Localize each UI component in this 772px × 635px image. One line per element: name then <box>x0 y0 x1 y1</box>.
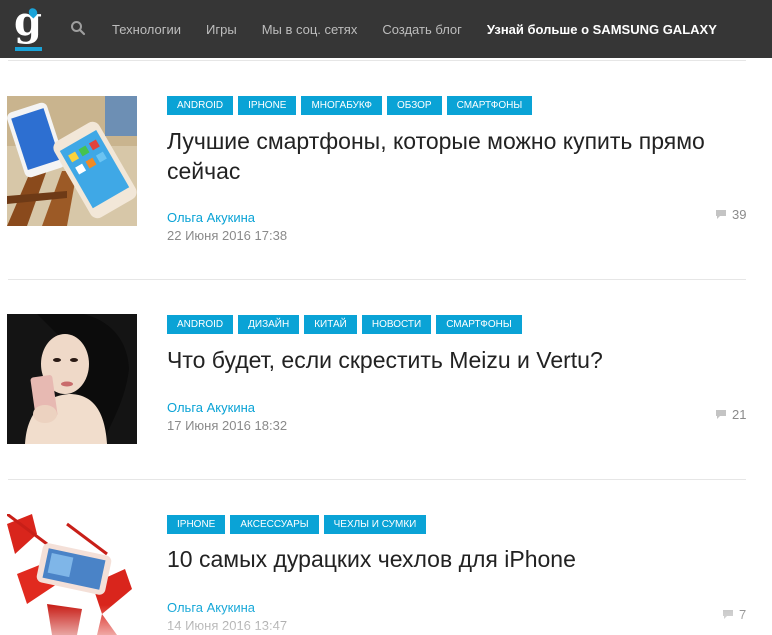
nav-item-technologies[interactable]: Технологии <box>112 22 181 37</box>
divider <box>8 479 746 480</box>
article-date: 14 Июня 2016 13:47 <box>167 618 288 633</box>
tag[interactable]: IPHONE <box>167 515 226 534</box>
article-thumbnail[interactable] <box>7 314 137 444</box>
article-date: 17 Июня 2016 18:32 <box>167 418 288 433</box>
article-title[interactable]: Что будет, если скрестить Meizu и Vertu? <box>167 345 757 375</box>
tag[interactable]: ДИЗАЙН <box>238 315 300 334</box>
article-title[interactable]: 10 самых дурацких чехлов для iPhone <box>167 544 757 574</box>
comment-bubble-icon <box>716 410 726 419</box>
comment-count[interactable]: 39 <box>715 207 746 222</box>
comment-bubble-icon <box>716 210 726 219</box>
tag[interactable]: ОБЗОР <box>387 96 442 115</box>
logo-underline <box>15 47 42 51</box>
article-author[interactable]: Ольга Акукина <box>167 400 255 415</box>
nav-item-create-blog[interactable]: Создать блог <box>382 22 462 37</box>
main-nav: Технологии Игры Мы в соц. сетях Создать … <box>112 0 717 58</box>
tag-list: IPHONE АКСЕССУАРЫ ЧЕХЛЫ И СУМКИ <box>167 515 431 534</box>
top-navigation-bar: g Технологии Игры Мы в соц. сетях Создат… <box>0 0 772 58</box>
tag-list: ANDROID ДИЗАЙН КИТАЙ НОВОСТИ СМАРТФОНЫ <box>167 315 527 334</box>
nav-item-social[interactable]: Мы в соц. сетях <box>262 22 358 37</box>
tag[interactable]: IPHONE <box>238 96 297 115</box>
tag[interactable]: ANDROID <box>167 96 234 115</box>
tag[interactable]: ЧЕХЛЫ И СУМКИ <box>323 515 427 534</box>
tag[interactable]: МНОГАБУКФ <box>301 96 382 115</box>
tag[interactable]: СМАРТФОНЫ <box>436 315 522 334</box>
logo-letter: g <box>14 0 42 45</box>
tag[interactable]: СМАРТФОНЫ <box>446 96 533 115</box>
comment-count-value: 7 <box>739 607 747 622</box>
article-author[interactable]: Ольга Акукина <box>167 600 255 615</box>
search-icon[interactable] <box>70 20 86 36</box>
tag[interactable]: ANDROID <box>167 315 234 334</box>
comment-bubble-icon <box>723 610 733 619</box>
divider <box>8 60 746 61</box>
divider <box>8 279 746 280</box>
article-thumbnail[interactable] <box>7 514 137 635</box>
tag[interactable]: КИТАЙ <box>304 315 357 334</box>
article-thumbnail[interactable] <box>7 96 137 226</box>
comment-count[interactable]: 7 <box>722 607 746 622</box>
tag[interactable]: НОВОСТИ <box>361 315 432 334</box>
site-logo[interactable]: g <box>12 0 44 52</box>
tag[interactable]: АКСЕССУАРЫ <box>230 515 319 534</box>
article-date: 22 Июня 2016 17:38 <box>167 228 288 243</box>
comment-count[interactable]: 21 <box>715 407 746 422</box>
nav-item-games[interactable]: Игры <box>206 22 237 37</box>
nav-item-samsung-promo[interactable]: Узнай больше о SAMSUNG GALAXY <box>487 22 717 37</box>
article-author[interactable]: Ольга Акукина <box>167 210 255 225</box>
comment-count-value: 21 <box>732 407 747 422</box>
article-title[interactable]: Лучшие смартфоны, которые можно купить п… <box>167 126 757 186</box>
tag-list: ANDROID IPHONE МНОГАБУКФ ОБЗОР СМАРТФОНЫ <box>167 96 537 115</box>
comment-count-value: 39 <box>732 207 747 222</box>
